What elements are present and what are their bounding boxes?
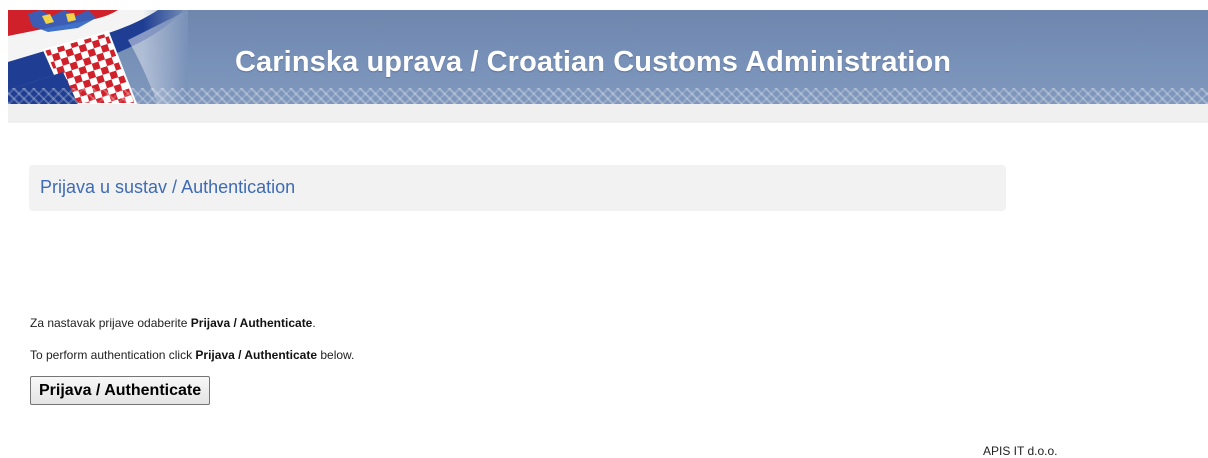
page-header-title: Carinska uprava / Croatian Customs Admin… bbox=[235, 46, 952, 78]
instruction-croatian-suffix: . bbox=[312, 316, 316, 330]
instruction-croatian-bold: Prijava / Authenticate bbox=[190, 316, 313, 330]
section-title: Prijava u sustav / Authentication bbox=[40, 177, 296, 197]
header-banner: Carinska uprava / Croatian Customs Admin… bbox=[8, 10, 1208, 104]
authenticate-button[interactable]: Prijava / Authenticate bbox=[30, 376, 211, 405]
instruction-english-bold: Prijava / Authenticate bbox=[195, 348, 318, 362]
authentication-section-header: Prijava u sustav / Authentication bbox=[29, 165, 1006, 211]
instruction-english-suffix: below. bbox=[317, 348, 355, 362]
instruction-text-croatian: Za nastavak prijave odaberite Prijava / … bbox=[30, 316, 316, 330]
instruction-croatian-prefix: Za nastavak prijave odaberite bbox=[30, 316, 191, 330]
instruction-english-prefix: To perform authentication click bbox=[30, 348, 196, 362]
banner-decorative-pattern bbox=[8, 88, 1208, 104]
instruction-text-english: To perform authentication click Prijava … bbox=[30, 348, 354, 362]
header-divider-strip bbox=[8, 104, 1208, 123]
